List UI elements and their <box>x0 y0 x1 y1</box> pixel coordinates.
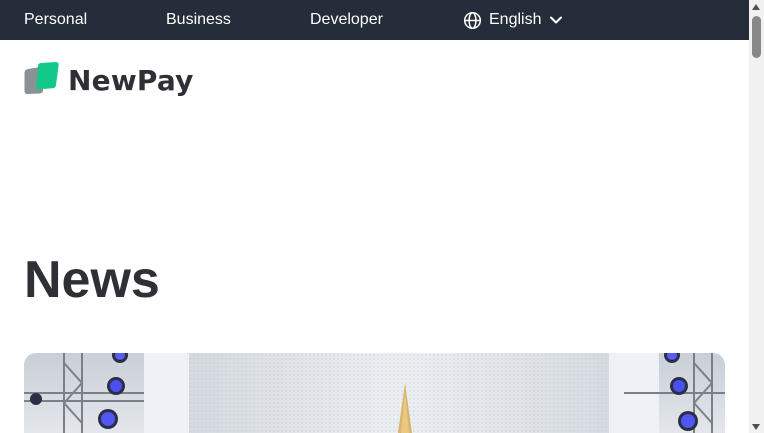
language-selector[interactable]: English <box>463 10 563 30</box>
news-hero-image[interactable] <box>24 353 725 433</box>
scroll-up-arrow-icon[interactable] <box>752 4 760 10</box>
newpay-logo[interactable]: NewPay <box>24 61 194 101</box>
chevron-down-icon <box>549 15 563 25</box>
language-label: English <box>489 11 542 28</box>
logo-mark-icon <box>24 61 60 101</box>
brand-name: NewPay <box>68 64 194 97</box>
nav-link-personal[interactable]: Personal <box>24 11 87 29</box>
nav-link-developer[interactable]: Developer <box>310 11 383 29</box>
vertical-scrollbar[interactable] <box>749 0 764 433</box>
page-title: News <box>24 251 160 309</box>
scroll-down-arrow-icon[interactable] <box>752 424 760 430</box>
scrollbar-thumb[interactable] <box>752 16 761 58</box>
nav-link-business[interactable]: Business <box>166 11 231 29</box>
hero-photo <box>24 353 725 433</box>
top-navigation-bar: Personal Business Developer English <box>0 0 749 40</box>
globe-icon <box>463 11 482 30</box>
